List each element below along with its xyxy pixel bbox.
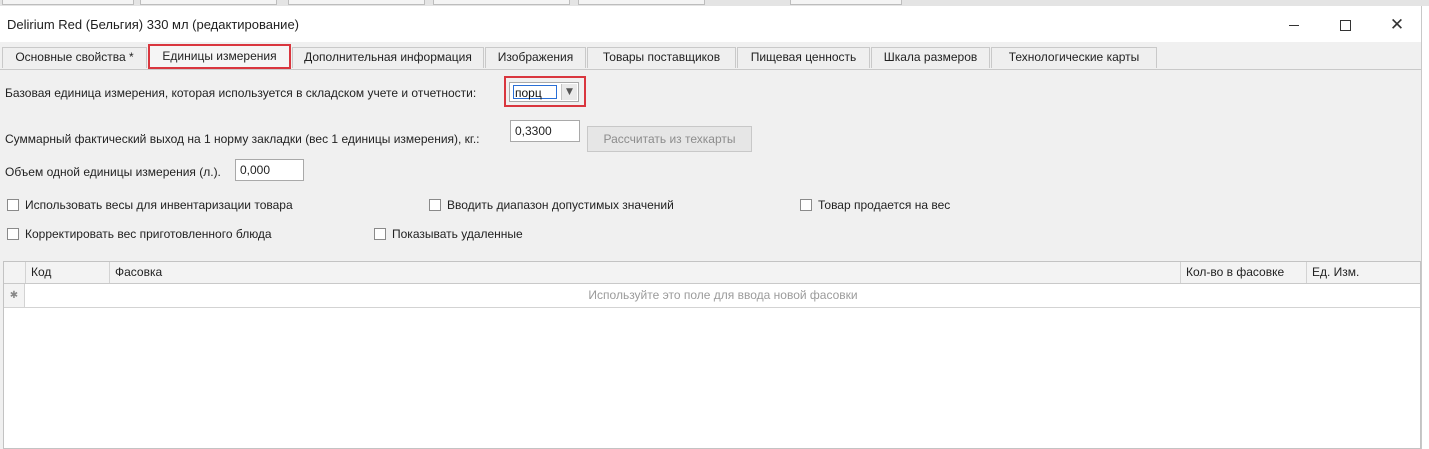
tab-additional-info[interactable]: Дополнительная информация <box>292 47 484 68</box>
row-selector-header <box>4 262 26 283</box>
grid-header: Код Фасовка Кол-во в фасовке Ед. Изм. <box>4 262 1420 284</box>
correct-weight-checkbox[interactable]: Корректировать вес приготовленного блюда <box>7 227 272 241</box>
sold-by-weight-label: Товар продается на вес <box>818 198 951 212</box>
volume-label: Объем одной единицы измерения (л.). <box>5 165 221 179</box>
volume-input[interactable]: 0,000 <box>235 159 304 181</box>
correct-weight-label: Корректировать вес приготовленного блюда <box>25 227 272 241</box>
tab-size-scale[interactable]: Шкала размеров <box>871 47 990 68</box>
sold-by-weight-checkbox[interactable]: Товар продается на вес <box>800 198 950 212</box>
column-header-code[interactable]: Код <box>26 262 110 283</box>
tab-units-of-measure[interactable]: Единицы измерения <box>148 44 291 69</box>
column-header-packaging[interactable]: Фасовка <box>110 262 1181 283</box>
chevron-down-icon[interactable]: ▼ <box>561 84 577 100</box>
screen-edge <box>1422 6 1429 449</box>
base-unit-label: Базовая единица измерения, которая испол… <box>5 86 477 100</box>
close-icon: ✕ <box>1389 14 1405 35</box>
total-yield-label: Суммарный фактический выход на 1 норму з… <box>5 132 480 146</box>
packaging-grid[interactable]: Код Фасовка Кол-во в фасовке Ед. Изм. ✱ … <box>3 261 1421 449</box>
new-row-hint[interactable]: Используйте это поле для ввода новой фас… <box>26 284 1420 307</box>
input-range-label: Вводить диапазон допустимых значений <box>447 198 674 212</box>
checkbox-icon[interactable] <box>374 228 386 240</box>
show-deleted-label: Показывать удаленные <box>392 227 523 241</box>
input-range-checkbox[interactable]: Вводить диапазон допустимых значений <box>429 198 674 212</box>
use-scales-label: Использовать весы для инвентаризации тов… <box>25 198 293 212</box>
new-row-asterisk-icon: ✱ <box>4 284 25 307</box>
tab-nutrition[interactable]: Пищевая ценность <box>737 47 870 68</box>
tab-images[interactable]: Изображения <box>485 47 586 68</box>
checkbox-icon[interactable] <box>7 228 19 240</box>
total-yield-input[interactable]: 0,3300 <box>510 120 580 142</box>
maximize-icon <box>1339 19 1351 31</box>
show-deleted-checkbox[interactable]: Показывать удаленные <box>374 227 523 241</box>
maximize-button[interactable] <box>1322 12 1368 38</box>
tab-supplier-products[interactable]: Товары поставщиков <box>587 47 736 68</box>
tab-basic-properties[interactable]: Основные свойства * <box>2 47 147 68</box>
use-scales-checkbox[interactable]: Использовать весы для инвентаризации тов… <box>7 198 293 212</box>
base-unit-select[interactable]: порц ▼ <box>509 82 579 102</box>
close-button[interactable]: ✕ <box>1374 12 1420 38</box>
column-header-quantity[interactable]: Кол-во в фасовке <box>1181 262 1307 283</box>
window-title: Delirium Red (Бельгия) 330 мл (редактиро… <box>7 17 299 32</box>
tab-tech-cards[interactable]: Технологические карты <box>991 47 1157 68</box>
tab-divider <box>0 69 1421 70</box>
calc-from-techcard-button[interactable]: Рассчитать из техкарты <box>587 126 752 152</box>
checkbox-icon[interactable] <box>429 199 441 211</box>
new-row[interactable]: ✱ Используйте это поле для ввода новой ф… <box>4 284 1420 308</box>
edit-window: Delirium Red (Бельгия) 330 мл (редактиро… <box>0 6 1422 449</box>
checkbox-icon[interactable] <box>800 199 812 211</box>
title-bar: Delirium Red (Бельгия) 330 мл (редактиро… <box>0 6 1421 42</box>
minimize-button[interactable] <box>1271 12 1317 38</box>
base-unit-value: порц <box>513 85 557 100</box>
checkbox-icon[interactable] <box>7 199 19 211</box>
minimize-icon <box>1289 24 1299 26</box>
column-header-unit[interactable]: Ед. Изм. <box>1307 262 1420 283</box>
